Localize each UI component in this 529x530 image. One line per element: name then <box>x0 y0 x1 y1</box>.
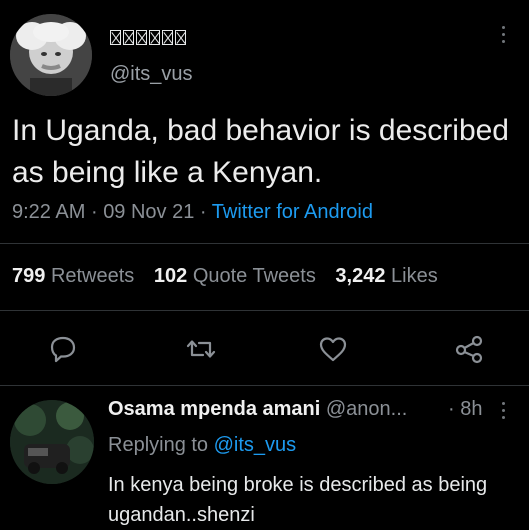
replying-to: Replying to @its_vus <box>108 434 296 457</box>
reply-author-name[interactable]: Osama mpenda amani <box>108 398 320 420</box>
name-glyph <box>162 30 173 45</box>
tweet-text: In Uganda, bad behavior is described as … <box>12 114 509 189</box>
divider <box>0 243 529 244</box>
likes-stat[interactable]: 3,242 Likes <box>335 265 437 287</box>
quotes-count: 102 <box>153 265 188 287</box>
retweets-stat[interactable]: 799 Retweets <box>12 265 140 287</box>
comment-icon <box>50 336 76 363</box>
meta-dot: · <box>90 201 98 223</box>
tweet-meta: 9:22 AM · 09 Nov 21 · Twitter for Androi… <box>12 201 373 224</box>
author-display-name[interactable] <box>110 30 186 45</box>
tweet-date[interactable]: 09 Nov 21 <box>103 201 194 223</box>
retweets-label: Retweets <box>50 265 135 287</box>
name-glyph <box>136 30 147 45</box>
tweet-time[interactable]: 9:22 AM <box>12 201 85 223</box>
quotes-label: Quote Tweets <box>192 265 316 287</box>
replying-mention[interactable]: @its_vus <box>214 434 297 456</box>
author-avatar[interactable] <box>10 14 92 96</box>
meta-dot: · <box>199 201 207 223</box>
more-options-icon[interactable] <box>498 26 508 52</box>
like-button[interactable] <box>316 332 350 366</box>
likes-label: Likes <box>391 265 438 287</box>
retweets-count: 799 <box>12 265 46 287</box>
quotes-stat[interactable]: 102 Quote Tweets <box>154 265 322 287</box>
name-glyph <box>123 30 134 45</box>
retweet-button[interactable] <box>184 332 218 366</box>
reply-button[interactable] <box>46 332 80 366</box>
tweet-source[interactable]: Twitter for Android <box>212 201 373 223</box>
divider <box>0 310 529 311</box>
replying-prefix: Replying to <box>108 434 209 456</box>
retweet-icon <box>186 340 216 358</box>
name-glyph <box>149 30 160 45</box>
reply-timestamp[interactable]: · 8h <box>448 398 482 421</box>
reply-time: 8h <box>460 398 483 420</box>
divider <box>0 385 529 386</box>
reply-avatar[interactable] <box>10 400 94 484</box>
share-icon <box>455 335 483 364</box>
name-glyph <box>110 30 121 45</box>
reply-text: In kenya being broke is described as bei… <box>108 474 488 526</box>
author-handle[interactable]: @its_vus <box>110 63 193 86</box>
tweet-stats: 799 Retweets 102 Quote Tweets 3,242 Like… <box>12 265 438 288</box>
reply-header: Osama mpenda amani @anon... <box>108 398 407 421</box>
reply-more-options-icon[interactable] <box>498 402 508 424</box>
name-glyph <box>175 30 186 45</box>
reply-author-handle[interactable]: @anon... <box>326 398 407 420</box>
heart-icon <box>319 337 347 362</box>
share-button[interactable] <box>452 332 486 366</box>
reply-dot: · <box>448 398 455 420</box>
likes-count: 3,242 <box>335 265 386 287</box>
